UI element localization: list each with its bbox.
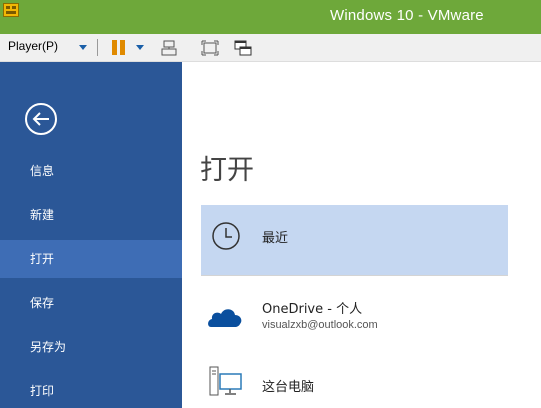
location-label: 最近 — [262, 231, 289, 246]
nav-item-label: 信息 — [30, 164, 55, 178]
pause-icon[interactable] — [112, 40, 126, 55]
computer-icon — [209, 366, 242, 396]
unity-mode-icon[interactable] — [234, 39, 252, 57]
fit-guest-icon[interactable] — [201, 39, 219, 57]
nav-item-print[interactable]: 打印 — [0, 372, 182, 408]
backstage-sidebar: 信息 新建 打开 保存 另存为 打印 — [0, 62, 182, 408]
nav-item-info[interactable]: 信息 — [0, 152, 182, 190]
nav-item-label: 打开 — [30, 252, 55, 266]
pause-dropdown-icon[interactable] — [136, 45, 144, 50]
vmware-app-icon[interactable] — [3, 3, 19, 17]
player-toolbar: Player(P) — [0, 34, 541, 62]
title-bar[interactable]: Windows 10 - VMware — [0, 0, 541, 34]
onedrive-cloud-icon — [208, 309, 242, 327]
location-this-pc[interactable]: 这台电脑 — [201, 362, 508, 408]
nav-item-save-as[interactable]: 另存为 — [0, 328, 182, 366]
location-recent[interactable]: 最近 — [201, 205, 508, 275]
nav-item-open[interactable]: 打开 — [0, 240, 182, 278]
nav-item-label: 另存为 — [30, 340, 67, 354]
location-label: OneDrive - 个人 — [262, 302, 363, 317]
page-title: 打开 — [200, 155, 254, 186]
location-onedrive[interactable]: OneDrive - 个人 visualzxb@outlook.com — [201, 288, 508, 344]
location-account-email: visualzxb@outlook.com — [262, 319, 378, 331]
nav-item-label: 保存 — [30, 296, 55, 310]
player-dropdown-icon[interactable] — [79, 45, 87, 50]
nav-item-label: 打印 — [30, 384, 55, 398]
divider — [201, 275, 508, 276]
location-label: 这台电脑 — [262, 380, 315, 395]
vmware-window: Windows 10 - VMware Player(P) 信息 新建 打开 保… — [0, 0, 541, 408]
nav-item-label: 新建 — [30, 208, 55, 222]
player-menu-button[interactable]: Player(P) — [8, 39, 58, 53]
nav-item-save[interactable]: 保存 — [0, 284, 182, 322]
window-title: Windows 10 - VMware — [330, 7, 484, 24]
nav-item-new[interactable]: 新建 — [0, 196, 182, 234]
clock-icon — [212, 222, 240, 250]
send-ctrl-alt-del-icon[interactable] — [160, 39, 178, 57]
toolbar-separator — [97, 39, 98, 56]
back-arrow-icon[interactable] — [24, 102, 58, 136]
